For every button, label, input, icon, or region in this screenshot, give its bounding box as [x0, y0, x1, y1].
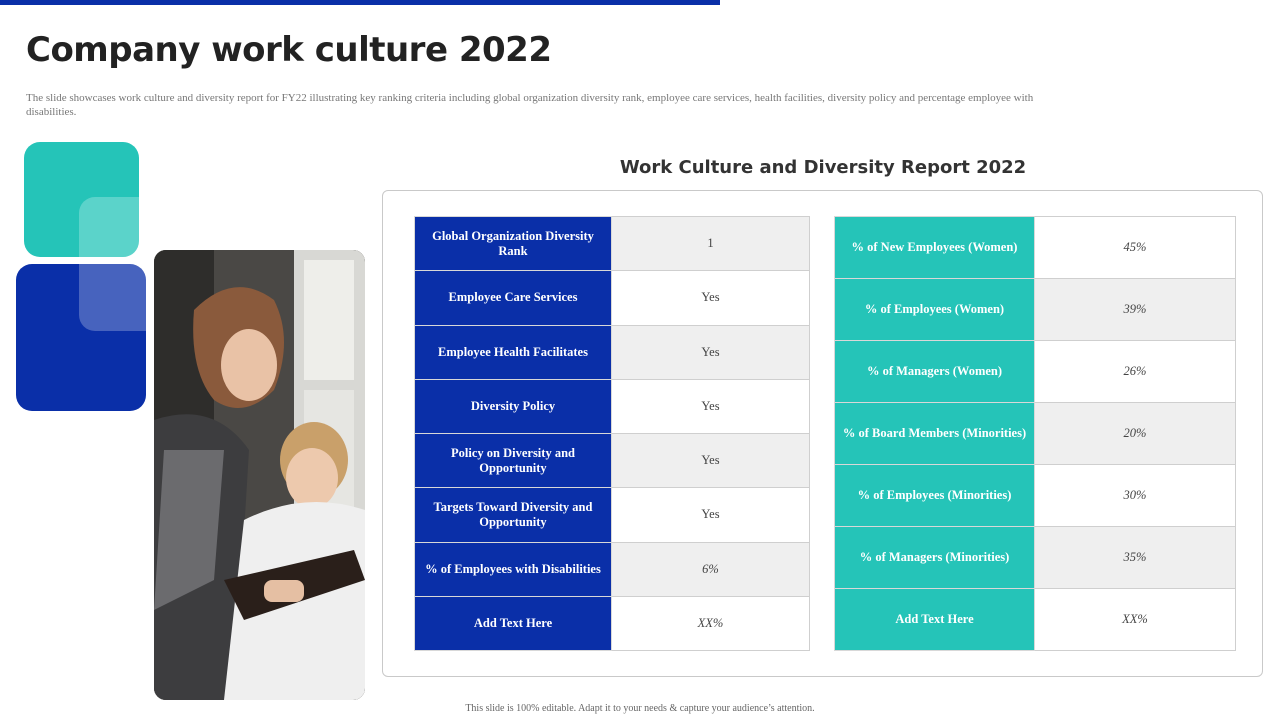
criteria-value: Yes: [611, 432, 810, 489]
table-row: Policy on Diversity and Opportunity Yes: [414, 432, 810, 489]
table-row: % of Managers (Minorities) 35%: [834, 526, 1236, 589]
table-row: % of Employees (Minorities) 30%: [834, 464, 1236, 527]
criteria-label: Targets Toward Diversity and Opportunity: [414, 487, 612, 543]
metric-value: 45%: [1034, 216, 1236, 279]
metric-value: XX%: [1034, 588, 1236, 651]
criteria-value: XX%: [611, 595, 810, 652]
metric-label: % of Managers (Minorities): [834, 526, 1035, 589]
table-row: % of Employees with Disabilities 6%: [414, 541, 810, 597]
metric-label: % of Employees (Women): [834, 278, 1035, 341]
table-row: % of Employees (Women) 39%: [834, 278, 1236, 341]
metric-value: 39%: [1034, 278, 1236, 341]
table-row: Targets Toward Diversity and Opportunity…: [414, 487, 810, 543]
table-row: % of Board Members (Minorities) 20%: [834, 402, 1236, 465]
decorative-overlay-square: [79, 197, 146, 331]
criteria-label: Employee Care Services: [414, 270, 612, 326]
criteria-value: Yes: [611, 324, 810, 380]
metric-value: 30%: [1034, 464, 1236, 527]
metric-label: Add Text Here: [834, 588, 1035, 651]
people-reviewing-document-photo: [154, 250, 365, 700]
table-row: % of Managers (Women) 26%: [834, 340, 1236, 403]
criteria-value: Yes: [611, 378, 810, 435]
top-accent-bar: [0, 0, 720, 5]
report-title: Work Culture and Diversity Report 2022: [619, 157, 1027, 178]
page-subtitle: The slide showcases work culture and div…: [26, 92, 1034, 118]
criteria-value: Yes: [611, 270, 810, 326]
metric-value: 26%: [1034, 340, 1236, 403]
metric-label: % of Board Members (Minorities): [834, 402, 1035, 465]
metric-value: 35%: [1034, 526, 1236, 589]
diversity-percentage-table: % of New Employees (Women) 45% % of Empl…: [834, 216, 1236, 651]
footer-note: This slide is 100% editable. Adapt it to…: [465, 703, 815, 714]
table-row: % of New Employees (Women) 45%: [834, 216, 1236, 279]
diversity-criteria-table: Global Organization Diversity Rank 1 Emp…: [414, 215, 810, 652]
metric-label: % of Managers (Women): [834, 340, 1035, 403]
criteria-label: Policy on Diversity and Opportunity: [414, 432, 612, 489]
table-row: Global Organization Diversity Rank 1: [414, 215, 810, 272]
criteria-value: 1: [611, 215, 810, 272]
criteria-label: % of Employees with Disabilities: [414, 541, 612, 597]
metric-label: % of Employees (Minorities): [834, 464, 1035, 527]
criteria-value: Yes: [611, 487, 810, 543]
table-row: Add Text Here XX%: [834, 588, 1236, 651]
page-title: Company work culture 2022: [26, 30, 552, 70]
criteria-label: Add Text Here: [414, 595, 612, 652]
table-row: Add Text Here XX%: [414, 595, 810, 652]
metric-value: 20%: [1034, 402, 1236, 465]
table-row: Employee Health Facilitates Yes: [414, 324, 810, 380]
table-row: Employee Care Services Yes: [414, 270, 810, 326]
criteria-label: Employee Health Facilitates: [414, 324, 612, 380]
criteria-label: Global Organization Diversity Rank: [414, 215, 612, 272]
criteria-value: 6%: [611, 541, 810, 597]
metric-label: % of New Employees (Women): [834, 216, 1035, 279]
table-row: Diversity Policy Yes: [414, 378, 810, 435]
criteria-label: Diversity Policy: [414, 378, 612, 435]
